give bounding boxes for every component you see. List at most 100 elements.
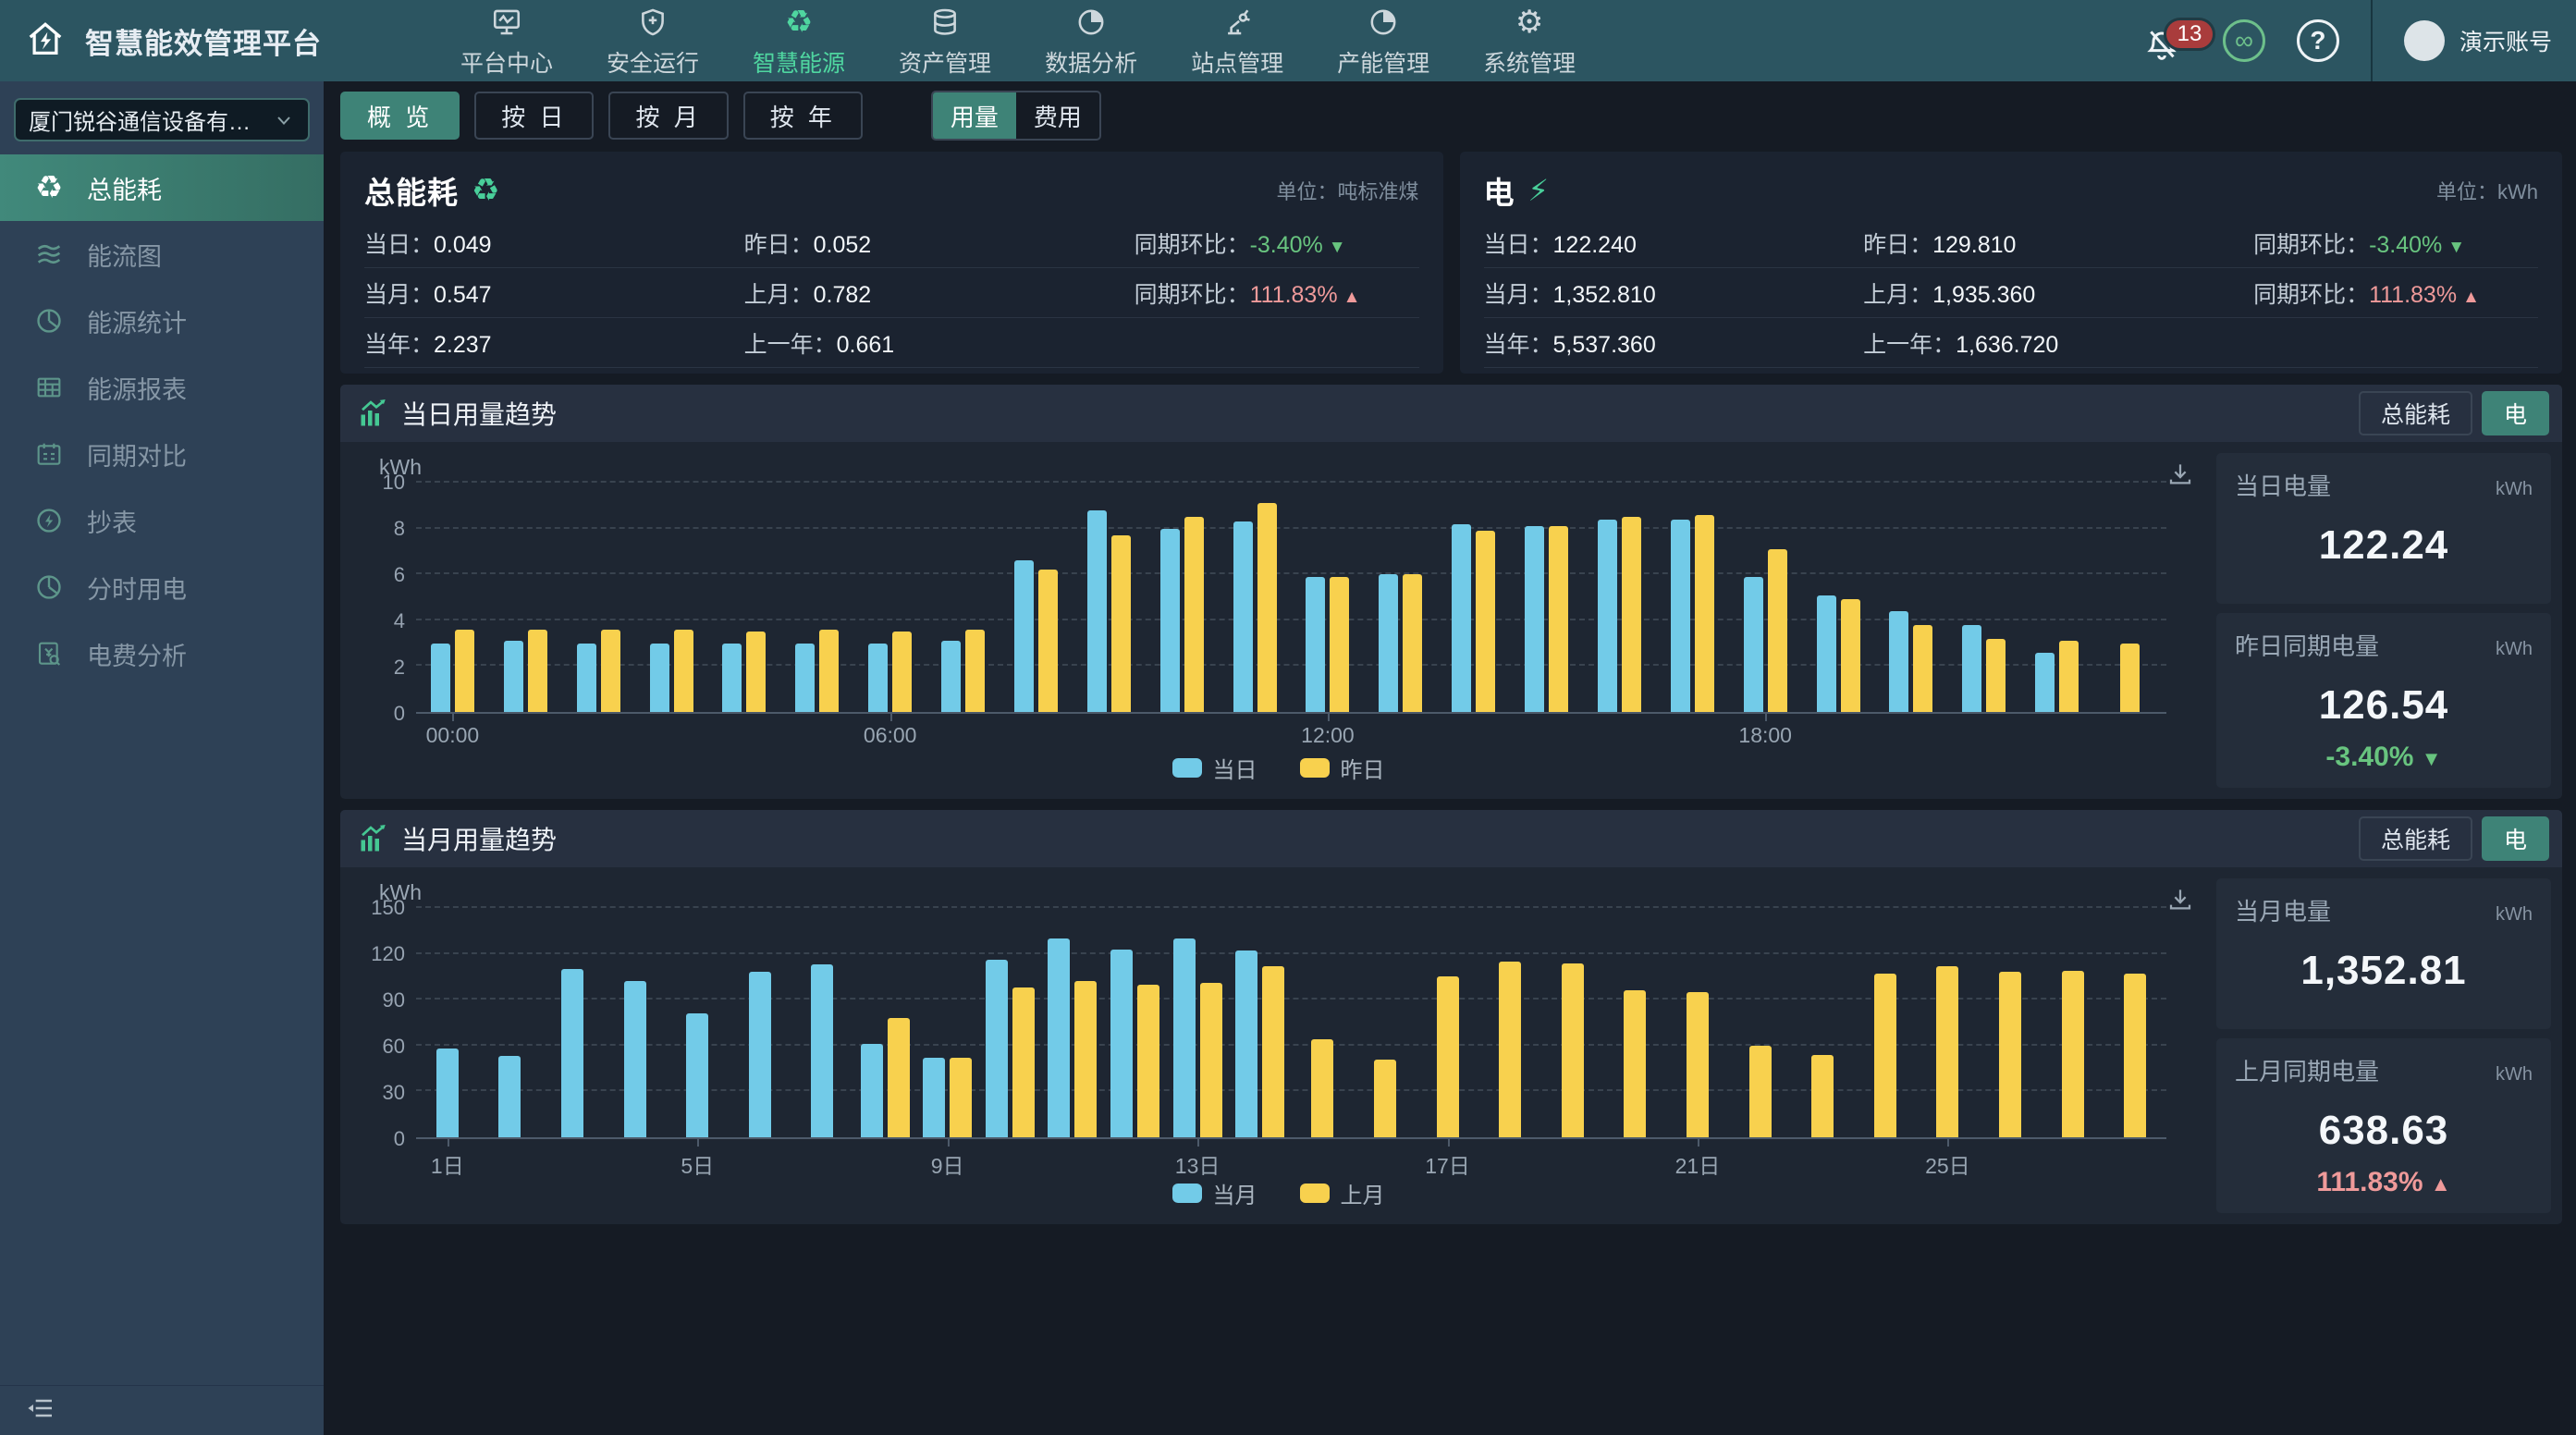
notifications-button[interactable]: 13 [2143,16,2191,66]
energy-type-button-2[interactable]: 电 [2482,391,2549,435]
legend-item-上月[interactable]: 上月 [1300,1177,1385,1209]
daily-trend-panel: 当日用量趋势 总能耗电 kWh024681000:0006:0012:0018:… [340,385,2562,799]
bar-group-11:00 [1219,483,1292,712]
chevron-down-icon [273,109,295,131]
nav-item-5[interactable]: 数据分析 [1043,0,1139,84]
bar-group-4日 [604,908,667,1137]
sidebar-item-3[interactable]: 能源统计 [0,288,324,354]
bar-当日 [1233,521,1253,712]
summary-trend-cell: 同期环比：111.83%▲ [1135,276,1419,310]
trend-chart-icon [357,397,390,430]
bar-当日 [795,644,815,712]
stat-unit: kWh [2496,1064,2533,1085]
bar-昨日 [1913,625,1932,712]
bar-昨日 [674,630,693,712]
trend-label: 同期环比： [2253,276,2369,310]
user-menu[interactable]: 演示账号 [2404,20,2552,61]
sidebar-item-8[interactable]: 电费分析 [0,620,324,687]
sidebar-item-4[interactable]: 能源报表 [0,354,324,421]
theme-switch-icon[interactable]: ∞ [2223,19,2265,62]
arrow-up-icon: ▲ [2431,1172,2451,1196]
bar-昨日 [1695,515,1714,712]
stat-card-2: 昨日同期电量kWh126.54-3.40% ▼ [2216,613,2551,788]
energy-type-button-1[interactable]: 总能耗 [2359,816,2472,861]
x-tick-label: 12:00 [1301,723,1355,748]
nav-item-1[interactable]: 平台中心 [459,0,555,84]
nav-item-4[interactable]: 资产管理 [897,0,993,84]
bar-当日 [1379,574,1398,712]
view-tab-4[interactable]: 按 年 [743,92,863,140]
view-tab-2[interactable]: 按 日 [474,92,594,140]
topbar-divider [2371,0,2373,81]
stat-label: 昨日同期电量 [2235,628,2379,662]
nav-item-8[interactable]: ⚙系统管理 [1481,0,1577,84]
toggle-segment-2[interactable]: 费用 [1016,92,1099,139]
bar-上月 [1749,1046,1772,1137]
bar-当日 [1889,611,1908,712]
nav-item-label: 资产管理 [899,45,991,79]
summary-cell-value: 1,636.720 [1956,332,2058,359]
company-select[interactable]: 厦门锐谷通信设备有限公司 [14,98,310,141]
bar-group-19:00 [1802,483,1875,712]
daily-trend-header: 当日用量趋势 总能耗电 [340,385,2562,442]
sidebar-item-1[interactable]: ♻总能耗 [0,154,324,221]
app-title: 智慧能效管理平台 [85,20,322,62]
summary-cell-value: 2.237 [434,332,492,359]
legend-chip [1172,1184,1202,1203]
nav-item-7[interactable]: 产能管理 [1335,0,1431,84]
collapse-sidebar-icon[interactable] [26,1393,55,1428]
bar-昨日 [1184,517,1204,712]
bar-上月 [1311,1039,1333,1137]
legend-label: 当日 [1213,752,1257,784]
nav-item-label: 产能管理 [1337,45,1429,79]
bar-昨日 [819,630,839,712]
bill-icon [33,639,65,668]
bar-group-13日 [1166,908,1229,1137]
sidebar-item-7[interactable]: 分时用电 [0,554,324,620]
meter-icon [33,506,65,535]
stat-value: 126.54 [2235,682,2533,729]
download-icon[interactable] [2166,460,2194,493]
summary-cell-label: 上月： [744,276,814,310]
nav-item-label: 系统管理 [1483,45,1576,79]
bar-当日 [1087,510,1107,712]
nav-item-2[interactable]: 安全运行 [605,0,701,84]
help-icon[interactable]: ? [2297,19,2339,62]
arrow-up-icon: ▲ [2462,288,2480,308]
summary-row: 当年：2.237上一年：0.661 [364,318,1419,368]
legend-item-昨日[interactable]: 昨日 [1300,752,1385,784]
bar-昨日 [1038,570,1058,712]
bar-当日 [577,644,596,712]
nav-item-6[interactable]: 站点管理 [1189,0,1285,84]
legend-item-当月[interactable]: 当月 [1172,1177,1257,1209]
sidebar-item-2[interactable]: 能流图 [0,221,324,288]
bar-当日 [650,644,669,712]
bar-当日 [1962,625,1981,712]
bar-group-02:00 [562,483,635,712]
sidebar-item-6[interactable]: 抄表 [0,487,324,554]
toggle-segment-1[interactable]: 用量 [933,92,1016,139]
chart-area: kWh024681000:0006:0012:0018:00当日昨日 [351,453,2205,788]
assets-icon [929,3,961,38]
top-navbar: 智慧能效管理平台 平台中心安全运行 ♻智慧能源资产管理 数据分析站点管理产能管理 ⚙系… [0,0,2576,81]
energy-type-button-2[interactable]: 电 [2482,816,2549,861]
summary-cell: 当日：0.049 [364,227,744,260]
bar-当月 [811,964,833,1137]
x-tick-mark [448,1139,449,1147]
sidebar-item-5[interactable]: 同期对比 [0,421,324,487]
energy-type-button-1[interactable]: 总能耗 [2359,391,2472,435]
summary-cell: 上一年：0.661 [744,326,1135,360]
view-tab-1[interactable]: 概 览 [340,92,460,140]
bar-group-15:00 [1510,483,1583,712]
view-tab-3[interactable]: 按 月 [608,92,728,140]
x-tick-label: 25日 [1925,1148,1970,1180]
y-axis: 0246810 [351,483,416,714]
legend-item-当日[interactable]: 当日 [1172,752,1257,784]
summary-cell-label: 当月： [364,276,434,310]
bar-当日 [1525,526,1544,712]
y-tick-label: 2 [394,656,405,680]
download-icon[interactable] [2166,886,2194,918]
primary-nav: 平台中心安全运行 ♻智慧能源资产管理 数据分析站点管理产能管理 ⚙系统管理 [459,0,1577,84]
nav-item-3[interactable]: ♻智慧能源 [751,0,847,84]
summary-cell-value: 0.052 [814,232,872,259]
